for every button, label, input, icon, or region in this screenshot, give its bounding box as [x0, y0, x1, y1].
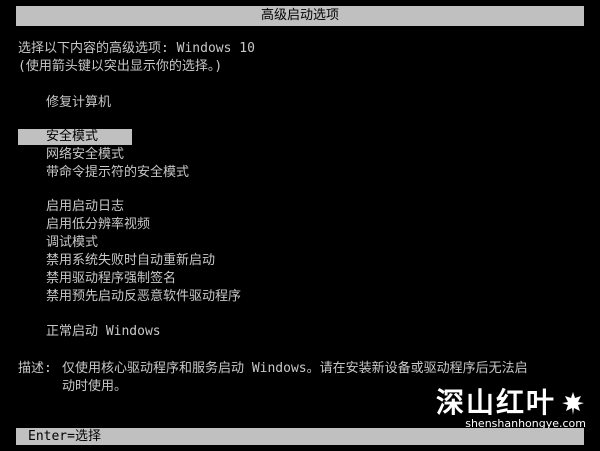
- description-label: 描述:: [18, 361, 52, 376]
- menu-item-safe-mode-networking[interactable]: 网络安全模式: [46, 147, 124, 163]
- menu-item-disable-driver-signature[interactable]: 禁用驱动程序强制签名: [46, 271, 176, 287]
- menu-item-debugging-mode[interactable]: 调试模式: [46, 235, 98, 251]
- menu-item-disable-early-antimalware[interactable]: 禁用预先启动反恶意软件驱动程序: [46, 289, 241, 305]
- menu-item-start-normally[interactable]: 正常启动 Windows: [46, 324, 161, 340]
- menu-item-repair-computer[interactable]: 修复计算机: [46, 95, 111, 111]
- window-title-bar: 高级启动选项: [16, 6, 584, 26]
- footer-hint: Enter=选择: [28, 429, 101, 444]
- watermark-logo-text: 深山红叶: [435, 386, 556, 419]
- description-line-2: 动时使用。: [62, 379, 128, 394]
- menu-item-safe-mode-command-prompt[interactable]: 带命令提示符的安全模式: [46, 165, 189, 181]
- watermark: 深山红叶 shenshanhongye.com: [436, 388, 586, 430]
- maple-leaf-icon: [562, 392, 584, 415]
- footer-hint-bar: Enter=选择: [16, 428, 584, 445]
- intro-line-2: (使用箭头键以突出显示你的选择。): [18, 59, 223, 74]
- intro-line-1: 选择以下内容的高级选项: Windows 10: [18, 41, 255, 56]
- description-line-1: 仅使用核心驱动程序和服务启动 Windows。请在安装新设备或驱动程序后无法启: [62, 361, 528, 376]
- menu-item-disable-auto-restart[interactable]: 禁用系统失败时自动重新启动: [46, 253, 215, 269]
- menu-item-low-resolution-video[interactable]: 启用低分辨率视频: [46, 217, 150, 233]
- menu-item-safe-mode[interactable]: 安全模式: [18, 129, 132, 145]
- page-title: 高级启动选项: [260, 8, 339, 23]
- watermark-logo: 深山红叶: [436, 388, 586, 418]
- menu-item-boot-logging[interactable]: 启用启动日志: [46, 199, 124, 215]
